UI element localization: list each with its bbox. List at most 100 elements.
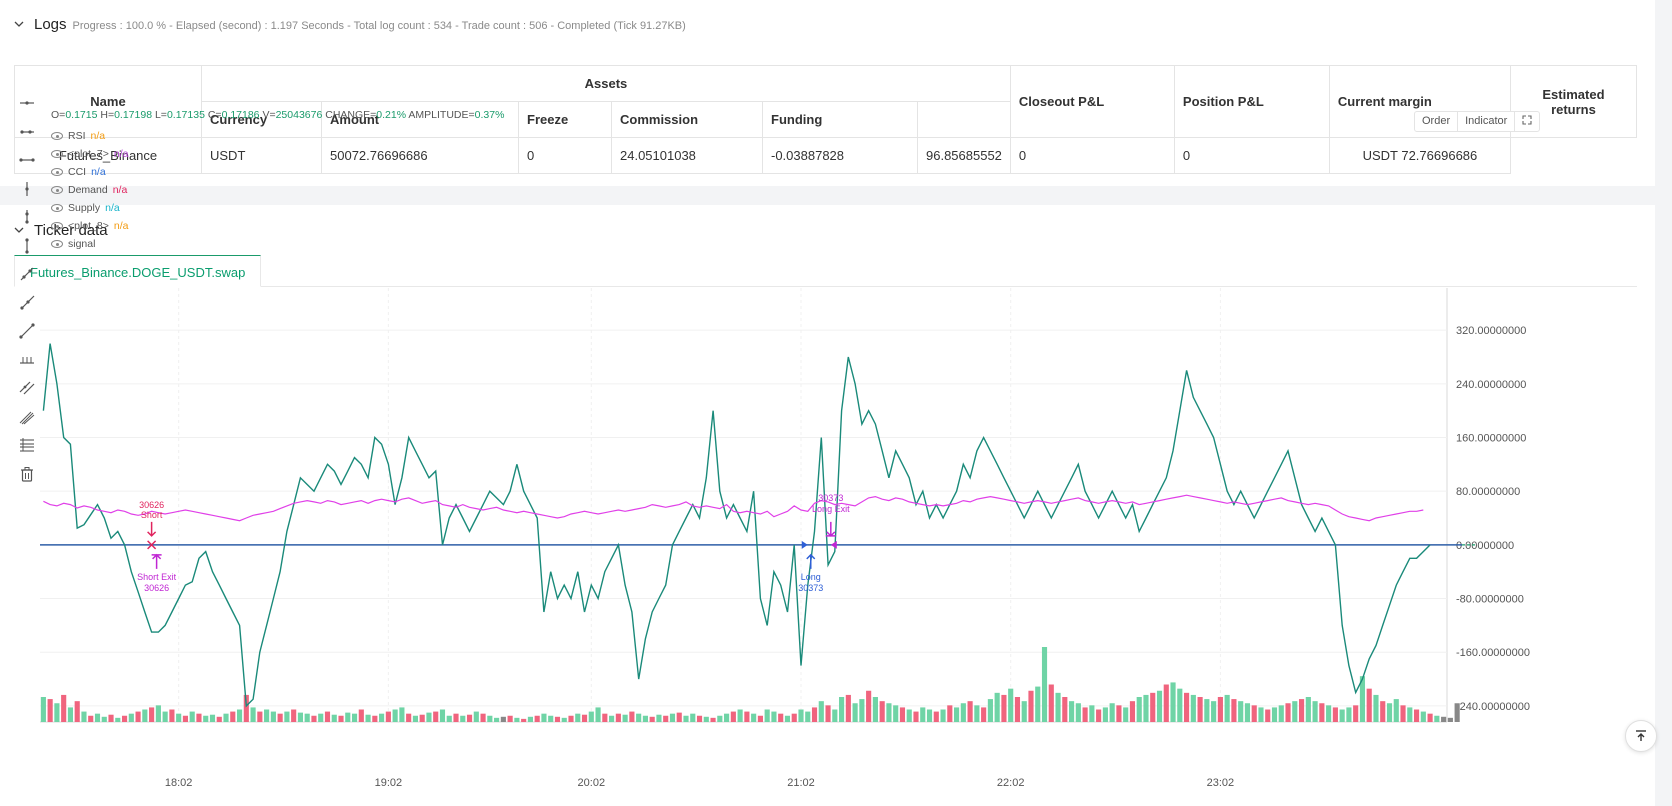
volume-bar xyxy=(581,714,588,722)
eye-icon[interactable] xyxy=(51,168,63,176)
volume-bar xyxy=(169,709,175,722)
legend-name: <plot_7> xyxy=(68,148,109,160)
legend-name: RSI xyxy=(68,130,86,142)
volume-bar xyxy=(385,711,391,722)
volume-bar xyxy=(223,713,229,722)
volume-bar xyxy=(1400,705,1406,722)
volume-bar xyxy=(1386,703,1393,722)
volume-bar xyxy=(311,715,317,722)
volume-bar xyxy=(433,711,439,722)
volume-bar xyxy=(358,709,364,722)
volume-bar xyxy=(852,703,858,722)
volume-bar xyxy=(406,713,412,722)
signal-price: 30626 xyxy=(144,583,169,593)
volume-bar xyxy=(277,713,283,722)
volume-bar xyxy=(1407,707,1413,722)
legend-item[interactable]: Demand n/a xyxy=(51,181,128,199)
volume-bar xyxy=(703,716,709,722)
volume-bar xyxy=(74,701,80,722)
volume-bar xyxy=(1055,692,1061,722)
volume-bar xyxy=(304,713,310,722)
volume-bar xyxy=(324,711,331,722)
volume-bar xyxy=(412,715,418,722)
volume-bar xyxy=(1001,694,1007,722)
legend-name: <plot_8> xyxy=(68,220,109,232)
indicator-button[interactable]: Indicator xyxy=(1458,112,1516,131)
volume-bar xyxy=(527,716,533,722)
volume-bar xyxy=(906,709,912,722)
volume-bar xyxy=(710,717,716,722)
volume-bar xyxy=(1454,703,1460,722)
volume-bar xyxy=(609,715,615,722)
legend-item[interactable]: <plot_8> n/a xyxy=(51,217,128,235)
volume-bar xyxy=(872,697,878,722)
long-arrow-icon xyxy=(806,553,816,569)
volume-bar xyxy=(1380,701,1386,722)
volume-bar xyxy=(189,711,195,722)
volume-bar xyxy=(1326,705,1332,722)
volume-bar xyxy=(981,707,987,722)
legend-item[interactable]: <plot_7> n/a xyxy=(51,145,128,163)
volume-bar xyxy=(230,711,236,722)
volume-bar xyxy=(1285,703,1291,722)
volume-bar xyxy=(1204,699,1210,722)
scroll-top-icon[interactable] xyxy=(1625,720,1657,752)
eye-icon[interactable] xyxy=(51,204,63,212)
signal-price: 30373 xyxy=(798,583,823,593)
volume-bar xyxy=(1244,703,1251,722)
volume-bar xyxy=(1413,709,1420,722)
volume-bar xyxy=(784,715,791,722)
volume-bar xyxy=(1163,684,1169,722)
long-marker-icon xyxy=(801,540,808,549)
volume-bar xyxy=(595,707,601,722)
volume-bar xyxy=(61,694,67,722)
volume-bar xyxy=(1292,701,1298,722)
volume-bar xyxy=(67,707,74,722)
legend-item[interactable]: signal xyxy=(51,235,128,253)
volume-bar xyxy=(1434,715,1440,722)
volume-bar xyxy=(575,713,581,722)
volume-bar xyxy=(1041,647,1048,722)
volume-bar xyxy=(351,713,358,722)
volume-bar xyxy=(636,713,642,722)
volume-bar xyxy=(690,713,696,722)
legend-item[interactable]: RSI n/a xyxy=(51,127,128,145)
ohlc-open: 0.1715 xyxy=(65,109,98,121)
eye-icon[interactable] xyxy=(51,186,63,194)
volume-bar xyxy=(1258,707,1264,722)
legend-item[interactable]: CCI n/a xyxy=(51,163,128,181)
volume-bar xyxy=(568,715,574,722)
volume-bar xyxy=(1298,699,1305,722)
volume-bar xyxy=(886,703,892,722)
legend-item[interactable]: Supply n/a xyxy=(51,199,128,217)
volume-bar xyxy=(561,717,567,722)
volume-bar xyxy=(209,714,216,722)
volume-bar xyxy=(264,709,270,722)
volume-bar xyxy=(663,715,669,722)
signal-price: 30626 xyxy=(139,500,164,510)
eye-icon[interactable] xyxy=(51,222,63,230)
volume-bar xyxy=(453,713,459,722)
volume-bar xyxy=(920,707,926,722)
expand-icon[interactable] xyxy=(1515,112,1539,131)
legend-value: n/a xyxy=(112,184,128,196)
volume-bar xyxy=(1177,688,1183,722)
volume-bar xyxy=(737,709,743,722)
volume-bar xyxy=(1231,699,1237,722)
ohlc-h-label: H= xyxy=(100,109,115,121)
order-button[interactable]: Order xyxy=(1415,112,1459,131)
volume-bar xyxy=(439,709,446,722)
volume-bar xyxy=(1427,713,1433,722)
ohlc-l-label: L= xyxy=(154,109,167,121)
legend-name: Demand xyxy=(68,184,108,196)
volume-bar xyxy=(744,711,750,722)
eye-icon[interactable] xyxy=(51,132,63,140)
eye-icon[interactable] xyxy=(51,150,63,158)
volume-bar xyxy=(1150,692,1156,722)
volume-bar xyxy=(1082,707,1088,722)
indicator-legend: RSI n/a <plot_7> n/a CCI n/a Demand n/a Supply n/… xyxy=(51,127,128,253)
volume-bar xyxy=(1069,701,1075,722)
y-tick-label: 80.00000000 xyxy=(1456,486,1520,498)
eye-icon[interactable] xyxy=(51,240,63,248)
legend-name: signal xyxy=(68,238,96,250)
